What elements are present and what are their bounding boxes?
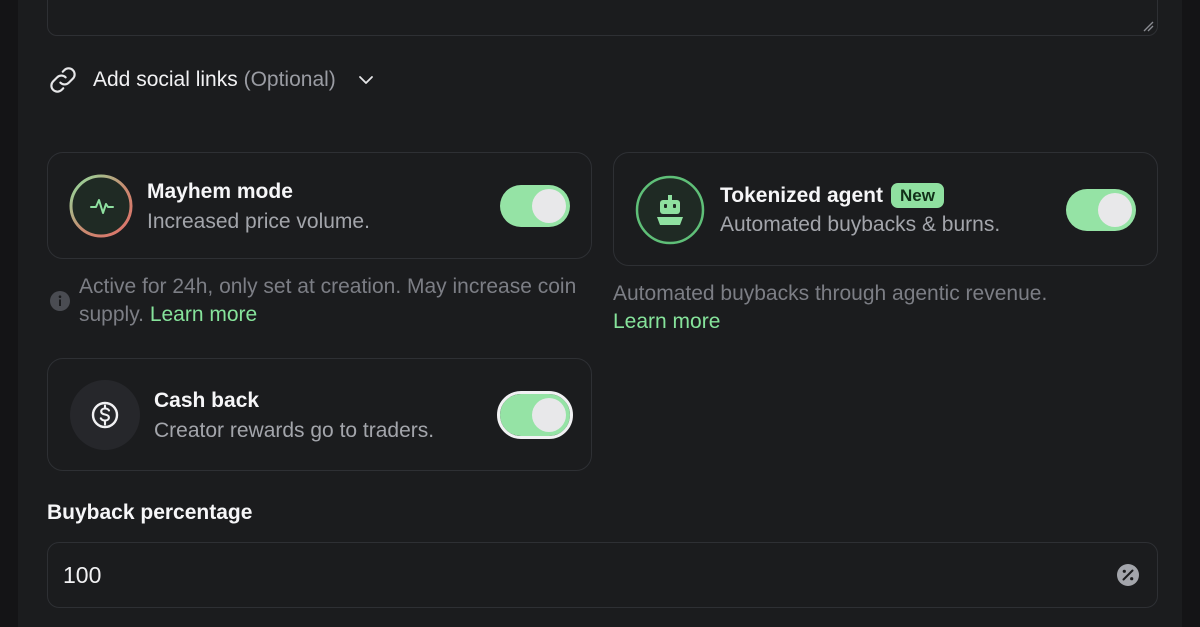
mayhem-help: Active for 24h, only set at creation. Ma… xyxy=(79,273,579,329)
mayhem-learn-more-link[interactable]: Learn more xyxy=(150,303,257,326)
description-textarea[interactable] xyxy=(47,0,1158,36)
mayhem-title: Mayhem mode xyxy=(147,180,293,203)
robot-icon xyxy=(635,175,705,245)
agent-help: Automated buybacks through agentic reven… xyxy=(613,280,1153,336)
add-social-links-toggle[interactable]: Add social links (Optional) xyxy=(47,62,376,98)
buyback-percentage-field[interactable] xyxy=(47,542,1158,608)
agent-learn-more-link[interactable]: Learn more xyxy=(613,308,1153,336)
agent-help-text: Automated buybacks through agentic reven… xyxy=(613,282,1048,305)
buyback-percentage-label: Buyback percentage xyxy=(47,501,253,524)
activity-pulse-icon xyxy=(69,174,133,238)
switch-knob xyxy=(532,189,566,223)
link-icon xyxy=(50,67,76,93)
agent-title-text: Tokenized agent xyxy=(720,183,883,207)
cash-back-switch[interactable] xyxy=(497,391,573,439)
switch-knob xyxy=(1098,193,1132,227)
new-badge: New xyxy=(890,183,944,208)
tokenized-agent-switch[interactable] xyxy=(1066,189,1136,231)
optional-hint: (Optional) xyxy=(243,68,336,91)
buyback-percentage-input[interactable] xyxy=(48,543,1088,607)
mayhem-subtitle: Increased price volume. xyxy=(147,210,370,233)
percent-icon xyxy=(1117,564,1139,586)
dollar-circle-icon xyxy=(70,380,140,450)
switch-knob xyxy=(532,398,566,432)
chevron-down-icon xyxy=(358,76,373,84)
tokenized-agent-card: Tokenized agent New Automated buybacks &… xyxy=(613,152,1158,266)
social-links-title: Add social links xyxy=(93,68,238,91)
social-links-label: Add social links (Optional) xyxy=(93,68,336,92)
mayhem-mode-card: Mayhem mode Increased price volume. xyxy=(47,152,592,259)
cashback-title: Cash back xyxy=(154,389,260,412)
info-icon xyxy=(50,291,70,311)
agent-subtitle: Automated buybacks & burns. xyxy=(720,213,1001,236)
cash-back-card: Cash back Creator rewards go to traders. xyxy=(47,358,592,471)
cashback-subtitle: Creator rewards go to traders. xyxy=(154,419,435,442)
mayhem-mode-switch[interactable] xyxy=(500,185,570,227)
resize-grip-icon[interactable] xyxy=(1142,20,1154,32)
agent-title: Tokenized agent New xyxy=(720,183,944,208)
